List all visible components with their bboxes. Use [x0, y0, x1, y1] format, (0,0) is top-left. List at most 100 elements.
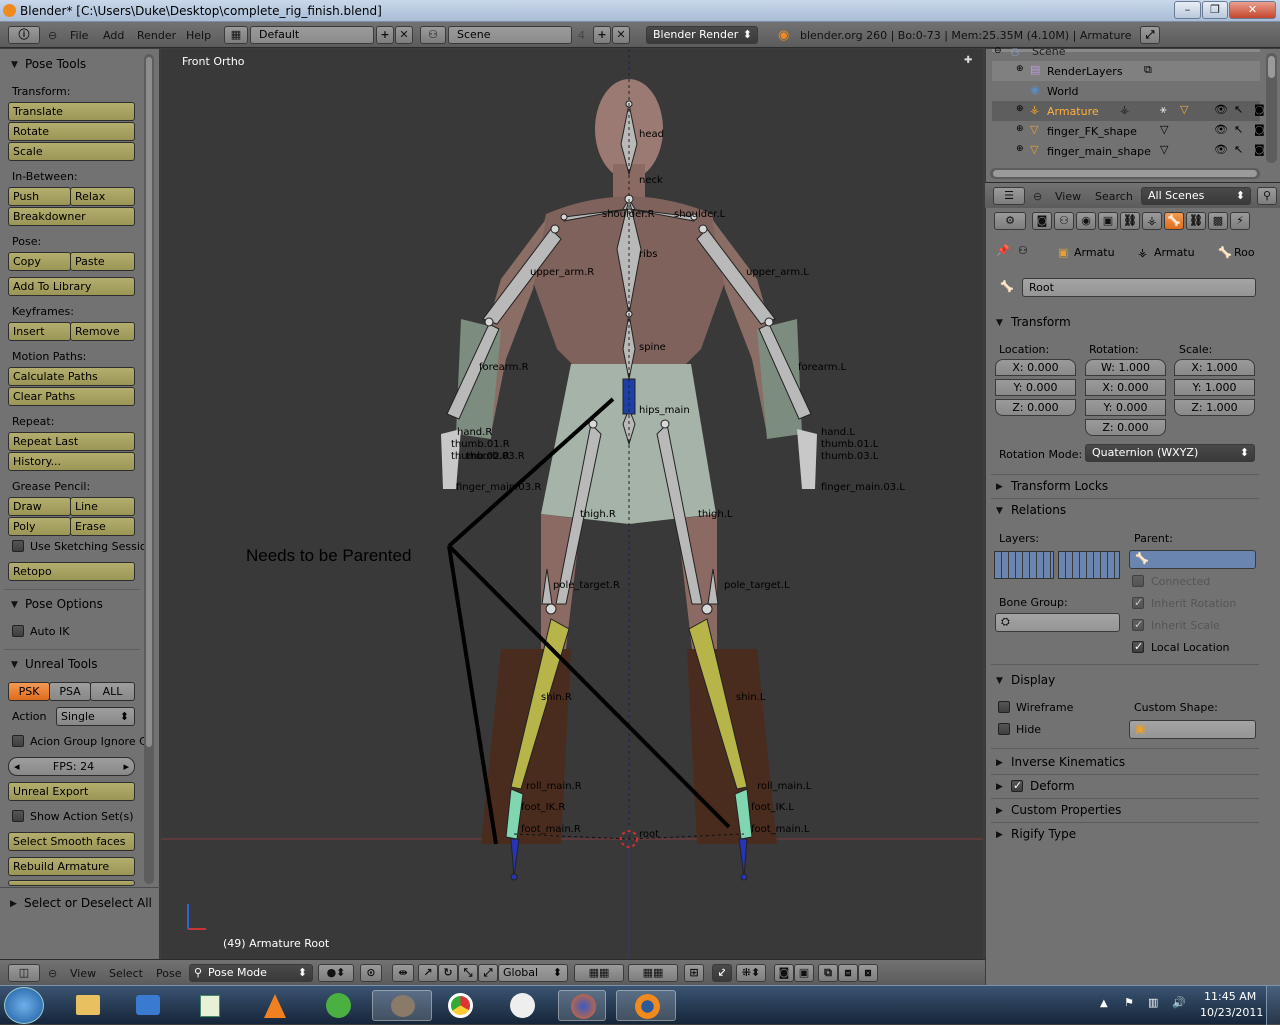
start-button-icon[interactable] [4, 987, 44, 1024]
menu-help[interactable]: Help [186, 29, 211, 42]
action-center-icon[interactable]: ⚑ [1124, 996, 1134, 1009]
translate-button[interactable]: Translate [8, 102, 135, 121]
expand-triangle-icon[interactable]: ▶ [996, 782, 1003, 792]
panel-transform-locks[interactable]: Transform Locks [1011, 479, 1108, 493]
local-location-checkbox[interactable] [1132, 640, 1144, 653]
show-action-checkbox[interactable] [12, 810, 24, 822]
layers-grid-2[interactable]: ▦▦ [628, 964, 678, 982]
collapse-icon[interactable]: ⊖ [1033, 190, 1042, 203]
select-arrow-icon[interactable]: ↖ [1234, 143, 1243, 156]
render-engine-select[interactable]: Blender Render ⬍ [646, 26, 758, 44]
bone-name-field[interactable]: Root [1022, 278, 1256, 297]
menu-file[interactable]: File [70, 29, 88, 42]
select-arrow-icon[interactable]: ↖ [1234, 123, 1243, 136]
copy-pose-icon[interactable]: ⧉ [818, 964, 838, 982]
volume-icon[interactable]: 🔊 [1172, 996, 1186, 1009]
rotate-manipulator-icon[interactable]: ↻ [438, 964, 458, 982]
collapse-triangle-icon[interactable]: ▼ [11, 600, 18, 610]
hide-checkbox[interactable] [998, 723, 1010, 735]
screen-layout-icon[interactable]: ▦ [224, 26, 248, 44]
rebuild-armature-button[interactable]: Rebuild Armature [8, 857, 135, 876]
manipulator-icon[interactable]: ⇹ [392, 964, 414, 982]
inherit-scale-checkbox[interactable] [1132, 618, 1144, 631]
clear-paths-button[interactable]: Clear Paths [8, 387, 135, 406]
copy-button[interactable]: Copy [8, 252, 71, 271]
editor-type-properties-icon[interactable]: ⚙ [994, 212, 1026, 230]
expand-icon[interactable]: ⊕ [1016, 144, 1024, 154]
armature-data-tab-icon[interactable]: ⚶ [1142, 212, 1162, 230]
relax-button[interactable]: Relax [70, 187, 135, 206]
gimp-taskbar-icon[interactable] [372, 990, 432, 1021]
expand-triangle-icon[interactable]: ▶ [996, 806, 1003, 816]
all-tab[interactable]: ALL [90, 682, 135, 701]
panel-deform[interactable]: Deform [1030, 779, 1075, 793]
utorrent-taskbar-icon[interactable] [314, 990, 362, 1021]
editor-type-info-icon[interactable]: ⓘ [8, 26, 40, 44]
collapse-triangle-icon[interactable]: ▼ [996, 318, 1003, 328]
close-button[interactable]: ✕ [1229, 1, 1276, 19]
add-scene-button[interactable]: + [593, 26, 611, 44]
rotate-button[interactable]: Rotate [8, 122, 135, 141]
texture-tab-icon[interactable]: ▩ [1208, 212, 1228, 230]
search-icon[interactable]: ⚲ [1257, 187, 1277, 205]
fullscreen-icon[interactable]: ⤢ [1140, 26, 1160, 44]
render-camera-icon[interactable]: ◙ [1254, 123, 1265, 136]
expand-triangle-icon[interactable]: ▶ [996, 830, 1003, 840]
scale-manipulator-icon-2[interactable]: ⤢ [478, 964, 498, 982]
app-taskbar-icon[interactable] [498, 990, 546, 1021]
action-select[interactable]: Single ⬍ [56, 707, 135, 726]
render-tab-icon[interactable]: ◙ [1032, 212, 1052, 230]
panel-relations[interactable]: Relations [1011, 503, 1066, 517]
auto-ik-checkbox[interactable] [12, 625, 24, 637]
connected-checkbox[interactable] [1132, 575, 1144, 587]
blender-taskbar-icon[interactable] [616, 990, 676, 1021]
panel-display[interactable]: Display [1011, 673, 1055, 687]
outliner-finger-main-shape[interactable]: finger_main_shape [1047, 145, 1151, 158]
paste-button[interactable]: Paste [70, 252, 135, 271]
screen-layout-field[interactable]: Default [250, 26, 374, 44]
rotation-w-field[interactable]: W: 1.000 [1085, 359, 1166, 376]
physics-tab-icon[interactable]: ⚡ [1230, 212, 1250, 230]
expand-icon[interactable]: ⊕ [1016, 64, 1024, 74]
outliner-scene[interactable]: Scene [1032, 45, 1066, 58]
breakdowner-button[interactable]: Breakdowner [8, 207, 135, 226]
menu-search[interactable]: Search [1095, 190, 1133, 203]
expand-icon[interactable]: ⊕ [1016, 104, 1024, 114]
collapse-icon[interactable]: ⊖ [48, 967, 57, 980]
media-player-taskbar-icon[interactable] [124, 990, 172, 1021]
tool-shelf-scrollbar[interactable] [144, 54, 154, 884]
menu-view[interactable]: View [1055, 190, 1081, 203]
rotation-mode-select[interactable]: Quaternion (WXYZ) ⬍ [1085, 444, 1255, 462]
scale-x-field[interactable]: X: 1.000 [1174, 359, 1255, 376]
expand-triangle-icon[interactable]: ▶ [996, 482, 1003, 492]
scale-z-field[interactable]: Z: 1.000 [1174, 399, 1255, 416]
render-camera-icon[interactable]: ◙ [1254, 103, 1265, 116]
location-y-field[interactable]: Y: 0.000 [995, 379, 1076, 396]
rotation-y-field[interactable]: Y: 0.000 [1085, 399, 1166, 416]
bone-layers-grid[interactable] [994, 551, 1054, 579]
rotation-z-field[interactable]: Z: 0.000 [1085, 419, 1166, 436]
paste-flipped-icon[interactable]: ⧇ [858, 964, 878, 982]
viewport-shading-icon[interactable]: ●⬍ [318, 964, 354, 982]
parent-field[interactable]: 🦴 [1129, 550, 1256, 569]
acion-group-checkbox[interactable] [12, 735, 24, 747]
constraints-tab-icon[interactable]: ⛓ [1120, 212, 1140, 230]
collapse-triangle-icon[interactable]: ▼ [11, 660, 18, 670]
repeat-last-button[interactable]: Repeat Last [8, 432, 135, 451]
outliner-armature[interactable]: Armature [1047, 105, 1099, 118]
expand-triangle-icon[interactable]: ▶ [10, 899, 17, 909]
menu-select[interactable]: Select [109, 967, 143, 980]
object-tab-icon[interactable]: ▣ [1098, 212, 1118, 230]
render-icon[interactable]: ◙ [774, 964, 794, 982]
clock-date[interactable]: 10/23/2011 [1200, 1006, 1263, 1019]
remove-screen-button[interactable]: ✕ [395, 26, 413, 44]
collapse-triangle-icon[interactable]: ▼ [11, 60, 18, 70]
select-smooth-faces-button[interactable]: Select Smooth faces [8, 832, 135, 851]
bone-constraints-tab-icon[interactable]: ⛓ [1186, 212, 1206, 230]
push-button[interactable]: Push [8, 187, 71, 206]
expand-icon[interactable]: ⊕ [1016, 124, 1024, 134]
scene-icon[interactable]: ⚇ [420, 26, 446, 44]
panel-unreal-tools[interactable]: Unreal Tools [25, 657, 98, 671]
panel-transform[interactable]: Transform [1011, 315, 1071, 329]
custom-shape-field[interactable]: ▣ [1129, 720, 1256, 739]
